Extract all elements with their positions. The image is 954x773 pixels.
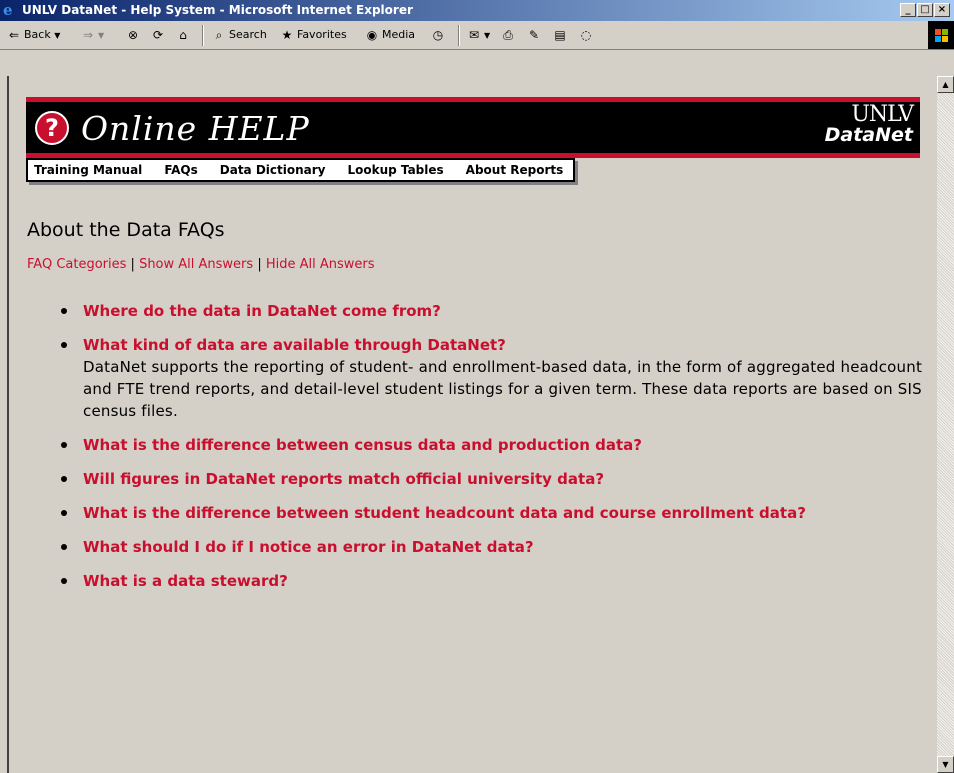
scroll-up-button[interactable]: ▲: [937, 76, 954, 93]
messenger-icon: ◌: [580, 28, 592, 42]
nav-about-reports[interactable]: About Reports: [466, 163, 564, 177]
faq-item: Where do the data in DataNet come from?: [59, 300, 929, 322]
windows-logo-icon: [928, 21, 954, 49]
faq-item: What is the difference between census da…: [59, 434, 929, 456]
faq-question-link[interactable]: What kind of data are available through …: [83, 336, 506, 354]
nav-lookup-tables[interactable]: Lookup Tables: [348, 163, 444, 177]
online-help-banner: ? Online HELP UNLV DataNet: [26, 97, 920, 158]
bullet-icon: [61, 510, 67, 516]
forward-button[interactable]: ⇒ ▼: [80, 26, 104, 44]
bullet-icon: [61, 578, 67, 584]
print-button[interactable]: ⎙: [500, 26, 518, 44]
media-button[interactable]: ◉ Media: [364, 26, 415, 44]
close-button[interactable]: ×: [934, 3, 950, 17]
link-separator: |: [130, 257, 135, 272]
stop-button[interactable]: ⊗: [125, 26, 143, 44]
mail-icon: ✉: [468, 28, 480, 42]
home-button[interactable]: ⌂: [175, 26, 193, 44]
faq-item: What kind of data are available through …: [59, 334, 929, 422]
toolbar-separator: [202, 25, 204, 46]
faq-answer: DataNet supports the reporting of studen…: [83, 358, 923, 420]
faq-categories-link[interactable]: FAQ Categories: [27, 257, 126, 272]
messenger-button[interactable]: ◌: [578, 26, 596, 44]
favorites-button[interactable]: ★ Favorites: [279, 26, 347, 44]
faq-question-link[interactable]: What is a data steward?: [83, 572, 288, 590]
unlv-datanet-logo: UNLV DataNet: [824, 102, 914, 146]
faq-question-link[interactable]: Will figures in DataNet reports match of…: [83, 470, 604, 488]
edit-button[interactable]: ✎: [526, 26, 544, 44]
mail-button[interactable]: ✉ ▼: [466, 26, 490, 44]
vertical-scrollbar[interactable]: ▲ ▼: [937, 76, 954, 773]
browser-toolbar: ⇐ Back ▼ ⇒ ▼ ⊗ ⟳ ⌂ ⌕ Search ★ Favorites ◉ Med…: [0, 21, 954, 50]
search-icon: ⌕: [215, 28, 223, 42]
page-title: About the Data FAQs: [27, 219, 225, 241]
faq-question-link[interactable]: What should I do if I notice an error in…: [83, 538, 534, 556]
print-icon: ⎙: [503, 28, 513, 42]
help-nav-bar: Training Manual FAQs Data Dictionary Loo…: [26, 158, 576, 182]
help-question-icon: ?: [35, 111, 69, 145]
page-content: ? Online HELP UNLV DataNet Training Manu…: [9, 76, 937, 773]
hide-all-answers-link[interactable]: Hide All Answers: [266, 257, 375, 272]
bullet-icon: [61, 442, 67, 448]
discuss-button[interactable]: ▤: [552, 26, 570, 44]
maximize-button[interactable]: □: [917, 3, 933, 17]
refresh-icon: ⟳: [152, 28, 164, 42]
stop-icon: ⊗: [127, 28, 139, 42]
faq-item: What should I do if I notice an error in…: [59, 536, 929, 558]
faq-question-link[interactable]: Where do the data in DataNet come from?: [83, 302, 441, 320]
refresh-button[interactable]: ⟳: [150, 26, 168, 44]
show-all-answers-link[interactable]: Show All Answers: [139, 257, 253, 272]
scroll-down-button[interactable]: ▼: [937, 756, 954, 773]
banner-brand-title: Online HELP: [81, 109, 310, 148]
bullet-icon: [61, 342, 67, 348]
link-separator: |: [257, 257, 262, 272]
faq-item: Will figures in DataNet reports match of…: [59, 468, 929, 490]
datanet-logo-text: DataNet: [824, 124, 913, 146]
window-title: UNLV DataNet - Help System - Microsoft I…: [22, 3, 413, 17]
content-top-border: [0, 50, 954, 76]
faq-question-link[interactable]: What is the difference between student h…: [83, 504, 806, 522]
bullet-icon: [61, 308, 67, 314]
faq-item: What is a data steward?: [59, 570, 929, 592]
forward-arrow-icon: ⇒: [82, 28, 94, 42]
nav-data-dictionary[interactable]: Data Dictionary: [220, 163, 326, 177]
faq-action-links: FAQ Categories | Show All Answers | Hide…: [27, 257, 375, 272]
discuss-icon: ▤: [554, 28, 566, 42]
edit-icon: ✎: [528, 28, 540, 42]
back-arrow-icon: ⇐: [8, 28, 20, 42]
favorites-icon: ★: [281, 28, 293, 42]
bullet-icon: [61, 476, 67, 482]
bullet-icon: [61, 544, 67, 550]
minimize-button[interactable]: _: [900, 3, 916, 17]
content-left-border: [0, 76, 9, 773]
nav-faqs[interactable]: FAQs: [164, 163, 197, 177]
faq-list: Where do the data in DataNet come from? …: [59, 300, 929, 604]
window-titlebar: e UNLV DataNet - Help System - Microsoft…: [0, 0, 954, 21]
history-icon: ◷: [432, 28, 444, 42]
home-icon: ⌂: [179, 28, 187, 42]
faq-item: What is the difference between student h…: [59, 502, 929, 524]
back-button[interactable]: ⇐ Back ▼: [6, 26, 60, 44]
ie-logo-icon: e: [3, 1, 13, 19]
unlv-logo-text: UNLV: [851, 102, 914, 127]
media-icon: ◉: [366, 28, 378, 42]
toolbar-separator: [458, 25, 460, 46]
search-button[interactable]: ⌕ Search: [211, 26, 267, 44]
nav-training-manual[interactable]: Training Manual: [34, 163, 142, 177]
history-button[interactable]: ◷: [430, 26, 448, 44]
faq-question-link[interactable]: What is the difference between census da…: [83, 436, 642, 454]
